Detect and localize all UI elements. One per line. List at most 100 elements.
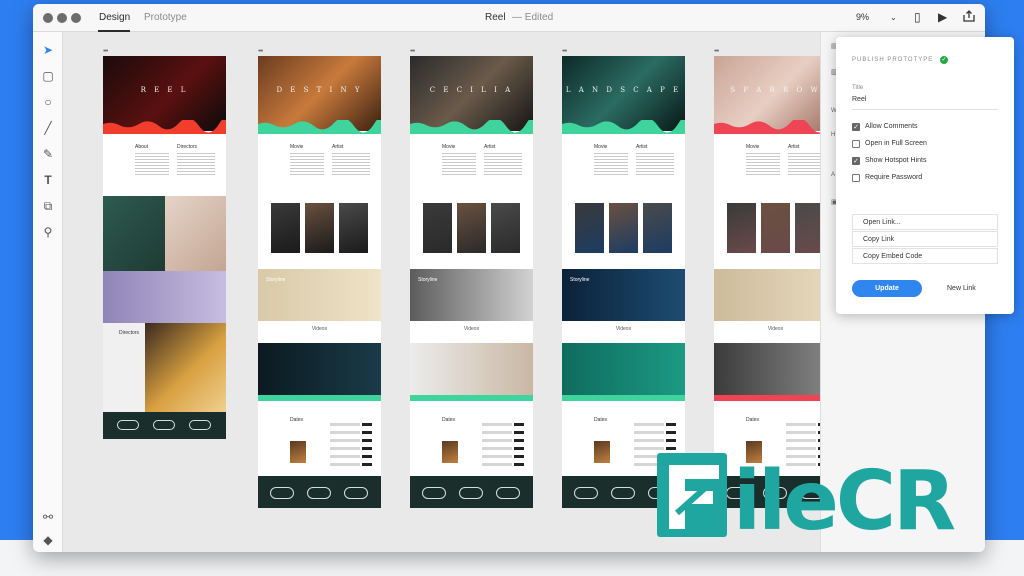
cast-portrait	[423, 203, 452, 253]
text-line	[290, 171, 324, 172]
symbols-icon[interactable]: ⚯	[40, 509, 56, 525]
text-line	[746, 162, 780, 163]
text-line	[636, 159, 674, 160]
video-thumbnail[interactable]	[562, 343, 685, 395]
cast-portrait	[305, 203, 334, 253]
artboard-menu-dots[interactable]: •••	[714, 48, 719, 55]
artboard-menu-dots[interactable]: •••	[562, 48, 567, 55]
checkbox-unchecked-icon[interactable]	[852, 174, 860, 182]
ticket-button[interactable]	[514, 439, 524, 442]
artboard[interactable]: L A N D S C A P E Movie Artist Storyline Vid…	[562, 56, 685, 508]
hero-title: D E S T I N Y	[276, 86, 363, 94]
line-tool-icon[interactable]: ╱	[40, 120, 56, 136]
pen-tool-icon[interactable]: ✎	[40, 146, 56, 162]
layers-icon[interactable]: ◆	[40, 532, 56, 548]
award-laurel-icon	[270, 487, 294, 499]
ticket-button[interactable]	[362, 423, 372, 426]
tab-design[interactable]: Design	[99, 12, 130, 23]
artboard[interactable]: R E E L About Directors Directors	[103, 56, 226, 439]
text-line	[135, 153, 169, 154]
section-label-directors: Directors	[119, 330, 140, 336]
artboard-menu-dots[interactable]: •••	[258, 48, 263, 55]
zoom-tool-icon[interactable]: ⚲	[40, 224, 56, 240]
document-status: — Edited	[512, 12, 554, 23]
text-line	[636, 156, 674, 157]
video-thumbnail[interactable]	[410, 343, 533, 395]
artboard[interactable]: C E C I L I A Movie Artist Storyline Videos D…	[410, 56, 533, 508]
ticket-button[interactable]	[666, 431, 676, 434]
zoom-level[interactable]: 9%	[856, 12, 869, 22]
copy-embed-code-button[interactable]: Copy Embed Code	[852, 248, 998, 264]
ticket-button[interactable]	[514, 431, 524, 434]
select-tool-icon[interactable]: ➤	[40, 42, 56, 58]
text-tool-icon[interactable]: T	[40, 172, 56, 188]
new-link-button[interactable]: New Link	[947, 285, 976, 292]
movie-poster	[442, 441, 458, 463]
cast-portrait	[271, 203, 300, 253]
ticket-button[interactable]	[514, 423, 524, 426]
videos-heading: Videos	[463, 326, 480, 332]
chevron-down-icon[interactable]: ⌄	[890, 13, 897, 22]
checkbox-checked-icon[interactable]: ✓	[852, 157, 860, 165]
artboard[interactable]: S P A R R O W Movie Artist Videos Dates	[714, 56, 837, 508]
video-progress-bar[interactable]	[562, 395, 685, 401]
play-icon[interactable]: ▶	[938, 10, 947, 24]
text-line	[177, 174, 215, 175]
ticket-button[interactable]	[666, 439, 676, 442]
ticket-button[interactable]	[362, 463, 372, 466]
ticket-button[interactable]	[514, 463, 524, 466]
ellipse-tool-icon[interactable]: ○	[40, 94, 56, 110]
ticket-button[interactable]	[666, 447, 676, 450]
text-line	[177, 153, 215, 154]
artboard[interactable]: D E S T I N Y Movie Artist Storyline Videos D…	[258, 56, 381, 508]
ticket-button[interactable]	[362, 431, 372, 434]
video-thumbnail[interactable]	[714, 343, 837, 395]
section-label-artist: Artist	[636, 144, 648, 150]
device-preview-icon[interactable]: ▯	[914, 10, 921, 24]
text-line	[442, 162, 476, 163]
dates-heading: Dates	[594, 417, 608, 423]
artboard-menu-dots[interactable]: •••	[103, 48, 108, 55]
video-thumbnail[interactable]	[258, 343, 381, 395]
text-line	[484, 171, 522, 172]
ticket-button[interactable]	[666, 423, 676, 426]
director-photo	[165, 196, 226, 271]
award-laurel-icon	[496, 487, 520, 499]
share-icon[interactable]	[963, 10, 975, 25]
ticket-button[interactable]	[362, 447, 372, 450]
open-link-button[interactable]: Open Link...	[852, 214, 998, 230]
text-line	[442, 165, 476, 166]
tab-prototype[interactable]: Prototype	[144, 12, 187, 23]
text-line	[290, 156, 324, 157]
close-window-button[interactable]	[43, 13, 53, 23]
update-button[interactable]: Update	[852, 280, 922, 297]
maximize-window-button[interactable]	[71, 13, 81, 23]
text-line	[484, 162, 522, 163]
text-line	[135, 174, 169, 175]
hero-title: S P A R R O W	[730, 86, 821, 94]
award-laurel-icon	[459, 487, 483, 499]
video-progress-bar[interactable]	[410, 395, 533, 401]
ticket-button[interactable]	[362, 455, 372, 458]
text-line	[484, 165, 522, 166]
video-progress-bar[interactable]	[258, 395, 381, 401]
artboard-tool-icon[interactable]: ⧉	[40, 198, 56, 214]
title-input[interactable]: Reel	[852, 96, 998, 110]
ticket-button[interactable]	[362, 439, 372, 442]
artboard-menu-dots[interactable]: •••	[410, 48, 415, 55]
checkbox-checked-icon[interactable]: ✓	[852, 123, 860, 131]
text-line	[332, 174, 370, 175]
ticket-button[interactable]	[514, 447, 524, 450]
director-photo	[103, 196, 165, 271]
ticket-button[interactable]	[514, 455, 524, 458]
copy-link-button[interactable]: Copy Link	[852, 231, 998, 247]
award-laurel-icon	[117, 420, 139, 430]
minimize-window-button[interactable]	[57, 13, 67, 23]
checkbox-unchecked-icon[interactable]	[852, 140, 860, 148]
video-progress-bar[interactable]	[714, 395, 837, 401]
date-row	[786, 447, 816, 450]
date-row	[482, 455, 512, 458]
text-line	[594, 156, 628, 157]
rectangle-tool-icon[interactable]: ▢	[40, 68, 56, 84]
section-label-movie: Movie	[442, 144, 456, 150]
